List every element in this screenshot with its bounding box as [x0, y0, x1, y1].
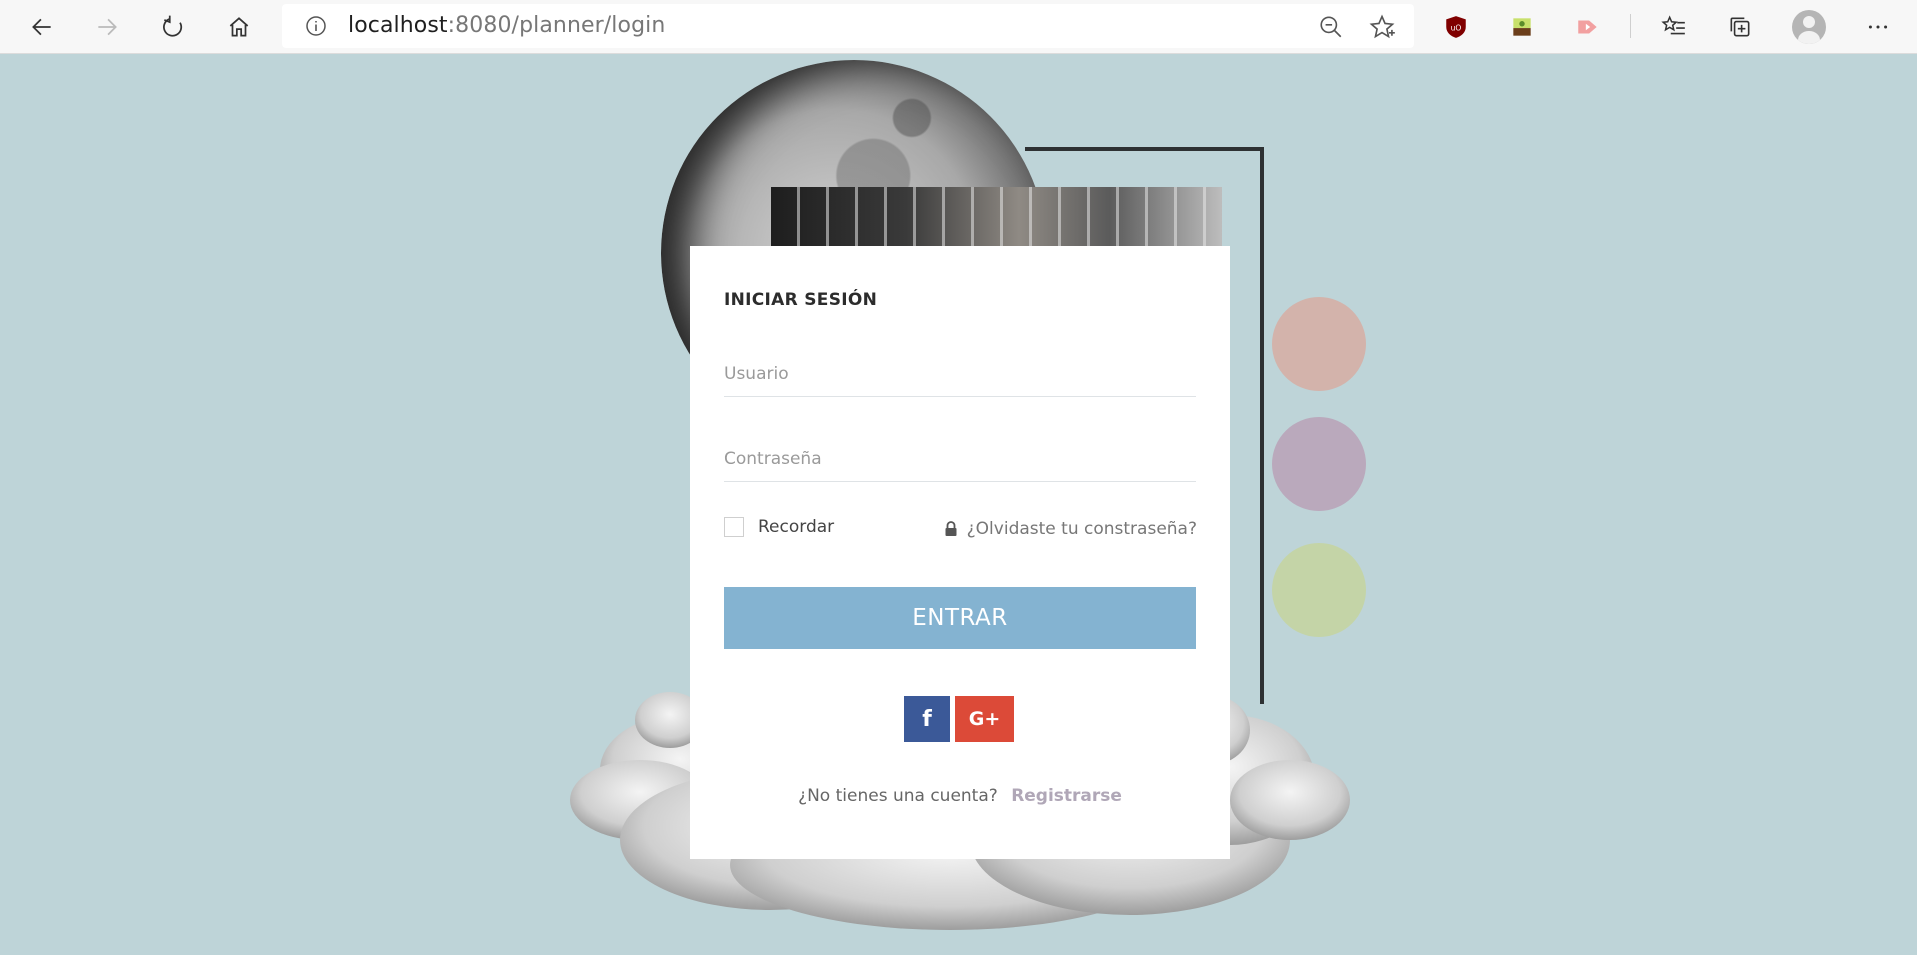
decorative-dot-mauve — [1272, 417, 1366, 511]
browser-toolbar: localhost:8080/planner/login uO — [0, 0, 1917, 54]
forward-icon[interactable] — [88, 8, 126, 46]
signup-prompt: ¿No tienes una cuenta? Registrarse — [690, 786, 1230, 806]
facebook-icon: f — [922, 706, 932, 732]
favorites-list-icon[interactable] — [1655, 8, 1693, 46]
address-bar[interactable]: localhost:8080/planner/login — [282, 4, 1414, 48]
google-plus-login-button[interactable]: G+ — [955, 696, 1014, 742]
forgot-password-link[interactable]: ¿Olvidaste tu constraseña? — [944, 519, 1197, 539]
profile-avatar-icon[interactable] — [1790, 8, 1828, 46]
login-card: INICIAR SESIÓN Recordar ¿Olvidaste tu co… — [690, 246, 1230, 859]
favorite-star-icon[interactable] — [1368, 13, 1396, 41]
login-button[interactable]: ENTRAR — [724, 587, 1196, 649]
forgot-password-label: ¿Olvidaste tu constraseña? — [966, 519, 1197, 539]
back-icon[interactable] — [23, 8, 61, 46]
lock-icon — [945, 521, 957, 536]
toolbar-divider — [1630, 14, 1631, 38]
refresh-icon[interactable] — [154, 8, 192, 46]
more-icon[interactable] — [1859, 8, 1897, 46]
decorative-dot-lime — [1272, 543, 1366, 637]
decorative-dot-rose — [1272, 297, 1366, 391]
remember-me[interactable]: Recordar — [724, 517, 834, 537]
no-account-text: ¿No tienes una cuenta? — [798, 786, 998, 806]
room-photo — [771, 187, 1222, 247]
url-text: localhost:8080/planner/login — [348, 13, 666, 38]
svg-text:uO: uO — [1451, 23, 1462, 32]
facebook-login-button[interactable]: f — [904, 696, 950, 742]
login-title: INICIAR SESIÓN — [724, 290, 878, 310]
social-login: f G+ — [904, 696, 1014, 742]
zoom-icon[interactable] — [1318, 14, 1344, 40]
remember-label: Recordar — [758, 517, 835, 537]
ublock-icon[interactable]: uO — [1437, 8, 1475, 46]
home-icon[interactable] — [220, 8, 258, 46]
collections-icon[interactable] — [1721, 8, 1759, 46]
media-extension-icon[interactable] — [1569, 8, 1607, 46]
info-icon[interactable] — [304, 14, 328, 38]
password-input[interactable] — [724, 437, 1196, 482]
register-link[interactable]: Registrarse — [1011, 786, 1122, 806]
google-plus-icon: G+ — [968, 708, 1001, 730]
username-input[interactable] — [724, 352, 1196, 397]
remember-checkbox[interactable] — [724, 517, 744, 537]
extension-icon[interactable] — [1503, 8, 1541, 46]
